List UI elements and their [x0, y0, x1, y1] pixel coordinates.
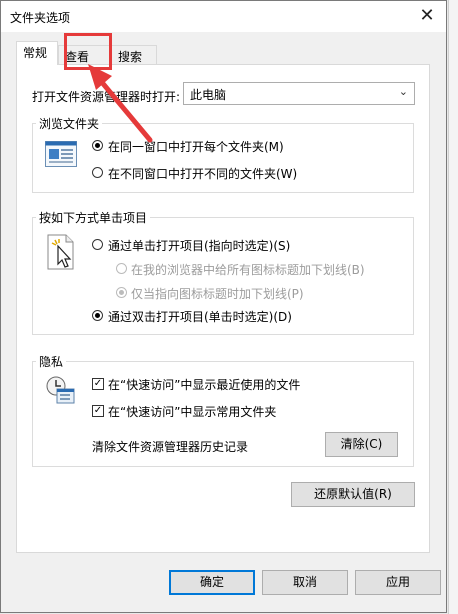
- apply-button[interactable]: 应用: [355, 570, 441, 595]
- ok-button[interactable]: 确定: [169, 570, 255, 595]
- tab-search-label: 搜索: [118, 50, 143, 64]
- dialog-title: 文件夹选项: [10, 11, 71, 25]
- radio-double-click[interactable]: [92, 310, 103, 321]
- chevron-down-icon: ⌄: [398, 85, 408, 98]
- clear-history-label: 清除文件资源管理器历史记录: [92, 440, 249, 454]
- checkbox-frequent-folders[interactable]: ✓: [92, 405, 104, 417]
- clear-history-button[interactable]: 清除(C): [325, 432, 398, 457]
- browse-folders-legend: 浏览文件夹: [36, 115, 103, 132]
- privacy-legend: 隐私: [36, 353, 67, 370]
- folder-options-dialog: 文件夹选项 ✕ 查看 搜索 常规 打开文件资源管理器时打开: 此电脑 ⌄ 浏览文…: [0, 0, 447, 613]
- open-explorer-dropdown[interactable]: 此电脑 ⌄: [183, 82, 415, 105]
- radio-single-click-label: 通过单击打开项目(指向时选定)(S): [108, 239, 291, 253]
- open-explorer-value: 此电脑: [190, 88, 227, 102]
- checkbox-recent-files[interactable]: ✓: [92, 378, 104, 390]
- radio-same-window[interactable]: [92, 140, 103, 151]
- radio-same-window-label: 在同一窗口中打开每个文件夹(M): [108, 140, 284, 154]
- radio-underline-all-label: 在我的浏览器中给所有图标标题加下划线(B): [131, 263, 365, 277]
- click-cursor-icon: [46, 234, 76, 273]
- radio-double-click-label: 通过双击打开项目(单击时选定)(D): [108, 310, 292, 324]
- annotation-highlight-box: [64, 33, 112, 70]
- background-window-edge: [448, 0, 458, 614]
- radio-underline-hover[interactable]: [116, 287, 127, 298]
- checkbox-recent-files-label: 在“快速访问”中显示最近使用的文件: [108, 378, 301, 392]
- close-icon[interactable]: ✕: [412, 2, 442, 30]
- cancel-button[interactable]: 取消: [262, 570, 348, 595]
- title-bar: 文件夹选项 ✕: [1, 1, 446, 32]
- browse-folder-icon: [45, 141, 77, 170]
- radio-underline-hover-label: 仅当指向图标标题时加下划线(P): [131, 287, 304, 301]
- click-items-legend: 按如下方式单击项目: [36, 209, 151, 226]
- browse-folders-group: [32, 123, 414, 193]
- tab-general-label: 常规: [23, 46, 48, 60]
- radio-single-click[interactable]: [92, 239, 103, 250]
- radio-new-window[interactable]: [92, 167, 103, 178]
- restore-defaults-button[interactable]: 还原默认值(R): [291, 482, 415, 507]
- checkbox-frequent-folders-label: 在“快速访问”中显示常用文件夹: [108, 405, 277, 419]
- open-explorer-label: 打开文件资源管理器时打开:: [32, 90, 181, 104]
- radio-underline-all[interactable]: [116, 263, 127, 274]
- tab-general[interactable]: 常规: [16, 41, 58, 65]
- radio-new-window-label: 在不同窗口中打开不同的文件夹(W): [108, 167, 298, 181]
- privacy-history-icon: [45, 375, 75, 408]
